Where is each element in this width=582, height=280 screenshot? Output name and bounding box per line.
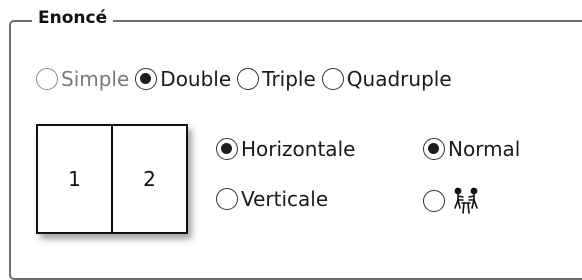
radio-triple-label: Triple [262,67,316,91]
radio-double[interactable]: Double [135,67,231,91]
preview-cell: 1 [68,167,81,191]
radio-verticale-circle[interactable] [216,188,238,210]
layout-preview: 1 2 [36,124,188,234]
radio-simple-circle[interactable] [36,68,58,90]
radio-simple[interactable]: Simple [36,67,129,91]
radio-horizontale-label: Horizontale [241,137,356,161]
preview-cell: 2 [111,126,186,232]
radio-triple[interactable]: Triple [237,67,316,91]
radio-horizontale[interactable]: Horizontale [216,137,355,161]
radio-people-circle[interactable] [423,190,445,212]
radio-horizontale-circle[interactable] [216,138,238,160]
radio-triple-circle[interactable] [237,68,260,90]
radio-normal-circle[interactable] [423,138,445,160]
radio-quadruple-circle[interactable] [321,68,344,90]
radio-quadruple[interactable]: Quadruple [321,67,452,91]
people-facing-table-icon [454,187,478,214]
radio-quadruple-label: Quadruple [346,67,452,91]
radio-verticale[interactable]: Verticale [216,187,328,211]
radio-normal-label: Normal [448,137,521,161]
radio-people-mode[interactable] [423,186,481,216]
radio-verticale-label: Verticale [241,187,329,211]
groupbox-title: Enoncé [32,6,114,30]
radio-double-label: Double [160,67,232,91]
type-radio-group: Simple Double Triple Quadruple [36,62,458,96]
radio-double-circle[interactable] [135,68,158,90]
radio-simple-label: Simple [61,67,130,91]
radio-normal[interactable]: Normal [423,137,520,161]
